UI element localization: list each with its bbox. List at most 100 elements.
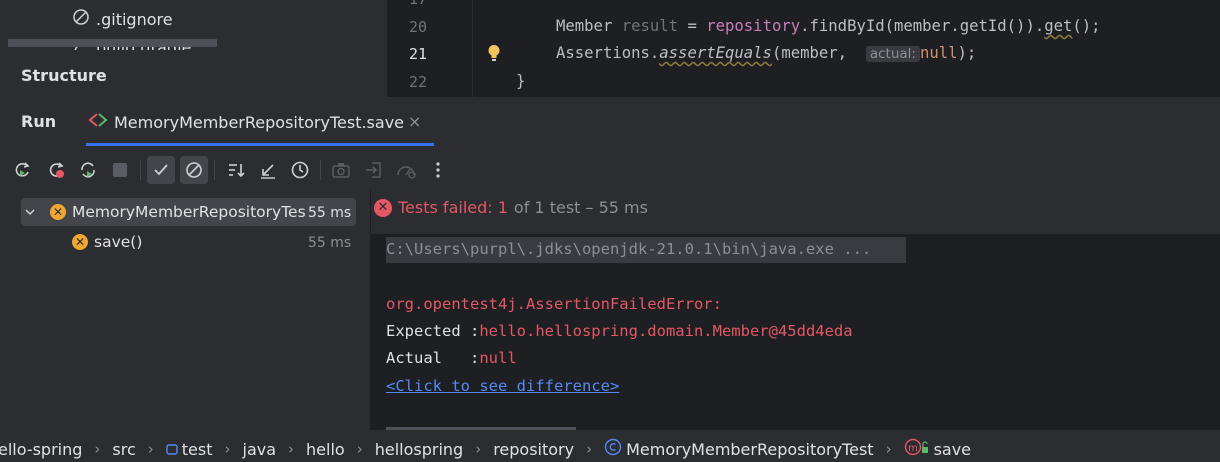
code-token: ();: [1072, 17, 1101, 35]
breadcrumb-item[interactable]: MemoryMemberRepositoryTest: [604, 438, 874, 460]
sort-icon[interactable]: [222, 156, 250, 184]
code-token: =: [678, 17, 707, 35]
test-tree-root[interactable]: ✕ MemoryMemberRepositoryTes: [24, 203, 306, 221]
breadcrumb-label: ello-spring: [0, 439, 83, 459]
class-icon: [604, 438, 622, 460]
run-tab-label: MemoryMemberRepositoryTest.save: [114, 112, 405, 132]
chevron-right-icon: ›: [147, 440, 154, 458]
error-icon: ✕: [374, 198, 392, 217]
code-token: result: [621, 17, 679, 35]
breadcrumb-label: hello: [306, 439, 345, 459]
breadcrumb-item[interactable]: hellospring: [375, 440, 463, 459]
test-folder-icon: [166, 440, 178, 459]
breadcrumb-item[interactable]: test: [166, 440, 213, 459]
code-token: Member: [556, 17, 622, 35]
test-tree-item-label: save(): [94, 233, 143, 251]
code-token: Assertions.: [556, 44, 660, 62]
project-item-gitignore[interactable]: .gitignore: [72, 8, 173, 30]
gutter-divider: [472, 0, 473, 97]
test-run-icon: [88, 112, 108, 132]
project-item-label: .gitignore: [96, 9, 173, 29]
toggle-auto-test-icon[interactable]: [74, 156, 102, 184]
chevron-right-icon: ›: [885, 440, 892, 458]
code-line-21: Assertions.assertEquals(member, actual: n…: [556, 44, 976, 62]
toolbar-separator: [320, 160, 321, 180]
horizontal-scrollbar[interactable]: [8, 39, 217, 47]
line-number: 20: [408, 18, 427, 36]
tests-failed-count: Tests failed: 1: [398, 198, 508, 217]
console-actual-line: Actual :null: [386, 349, 517, 367]
chevron-right-icon: ›: [288, 440, 295, 458]
screenshot-icon: [327, 156, 355, 184]
code-token: repository: [706, 17, 801, 35]
chevron-right-icon: ›: [475, 440, 482, 458]
actual-value: null: [479, 349, 517, 367]
chevron-down-icon[interactable]: [24, 206, 38, 218]
ignore-file-icon: [72, 8, 90, 30]
show-passed-icon[interactable]: [147, 156, 175, 184]
console-command-line[interactable]: C:\Users\purpl\.jdks\openjdk-21.0.1\bin\…: [386, 237, 906, 263]
test-status: ✕ Tests failed: 1 of 1 test – 55 ms: [374, 198, 648, 217]
toolbar-separator: [140, 160, 141, 180]
code-token: (member,: [771, 44, 857, 62]
test-tree-item-save[interactable]: ✕ save(): [72, 233, 142, 251]
tests-summary: of 1 test – 55 ms: [513, 198, 648, 217]
expected-value: hello.hellospring.domain.Member@45dd4eda: [479, 322, 853, 340]
project-tree: .gitignore build.gradle: [0, 0, 387, 100]
console-error-class: org.opentest4j.AssertionFailedError:: [386, 295, 722, 313]
breadcrumb-label: test: [181, 439, 213, 459]
lightbulb-icon[interactable]: [487, 44, 501, 66]
breadcrumb-label: MemoryMemberRepositoryTest: [626, 439, 874, 459]
line-number: 17: [387, 0, 427, 8]
breadcrumb-label: hellospring: [374, 439, 464, 459]
toolbar-separator: [214, 160, 215, 180]
import-tests-icon: [360, 156, 388, 184]
history-icon[interactable]: [286, 156, 314, 184]
code-line-22: }: [516, 72, 526, 90]
show-ignored-icon[interactable]: [180, 156, 208, 184]
test-duration: 55 ms: [308, 205, 352, 221]
chevron-right-icon: ›: [94, 440, 101, 458]
actual-label: Actual :: [386, 349, 480, 367]
breadcrumb: ello-spring › src › test › java › hello …: [0, 436, 1220, 462]
close-tab-icon[interactable]: ×: [408, 112, 421, 131]
more-icon[interactable]: [424, 156, 452, 184]
expected-label: Expected :: [386, 322, 480, 340]
chevron-right-icon: ›: [224, 440, 231, 458]
breadcrumb-item[interactable]: java: [243, 440, 277, 459]
breadcrumb-label: src: [112, 439, 136, 459]
test-results-tree: [0, 190, 370, 430]
console-expected-line: Expected :hello.hellospring.domain.Membe…: [386, 322, 853, 340]
code-token: assertEquals: [659, 44, 772, 62]
breadcrumb-label: java: [242, 439, 277, 459]
breadcrumb-item[interactable]: hello: [306, 440, 345, 459]
run-tab[interactable]: MemoryMemberRepositoryTest.save: [88, 112, 404, 132]
chevron-right-icon: ›: [586, 440, 593, 458]
code-editor[interactable]: 17 20 21 22 Member result = repository.f…: [387, 0, 1220, 97]
active-tab-indicator: [86, 143, 434, 146]
rerun-icon[interactable]: [8, 156, 36, 184]
horizontal-scrollbar[interactable]: [386, 427, 576, 430]
code-token: .findById(member.getId()).: [800, 17, 1045, 35]
collapse-icon[interactable]: [254, 156, 282, 184]
code-token: );: [957, 44, 977, 62]
test-duration: 55 ms: [308, 235, 352, 251]
code-token: null: [919, 44, 958, 62]
breadcrumb-item[interactable]: ello-spring: [0, 440, 82, 459]
parameter-hint: actual:: [865, 46, 920, 62]
chevron-right-icon: ›: [356, 440, 363, 458]
breadcrumb-item[interactable]: m save: [904, 438, 971, 460]
breadcrumb-item[interactable]: repository: [493, 440, 574, 459]
click-to-see-difference-link[interactable]: <Click to see difference>: [386, 377, 619, 395]
structure-panel-title[interactable]: Structure: [21, 66, 107, 85]
test-tree-root-label: MemoryMemberRepositoryTes: [72, 203, 306, 221]
line-number: 21: [408, 45, 427, 63]
breadcrumb-label: repository: [493, 439, 575, 459]
breadcrumb-item[interactable]: src: [112, 440, 135, 459]
code-line-20: Member result = repository.findById(memb…: [556, 17, 1101, 35]
stop-icon[interactable]: [106, 156, 134, 184]
code-token: get: [1044, 17, 1073, 35]
test-failed-icon: ✕: [50, 204, 66, 220]
rerun-failed-icon[interactable]: [42, 156, 70, 184]
svg-text:m: m: [908, 443, 918, 454]
